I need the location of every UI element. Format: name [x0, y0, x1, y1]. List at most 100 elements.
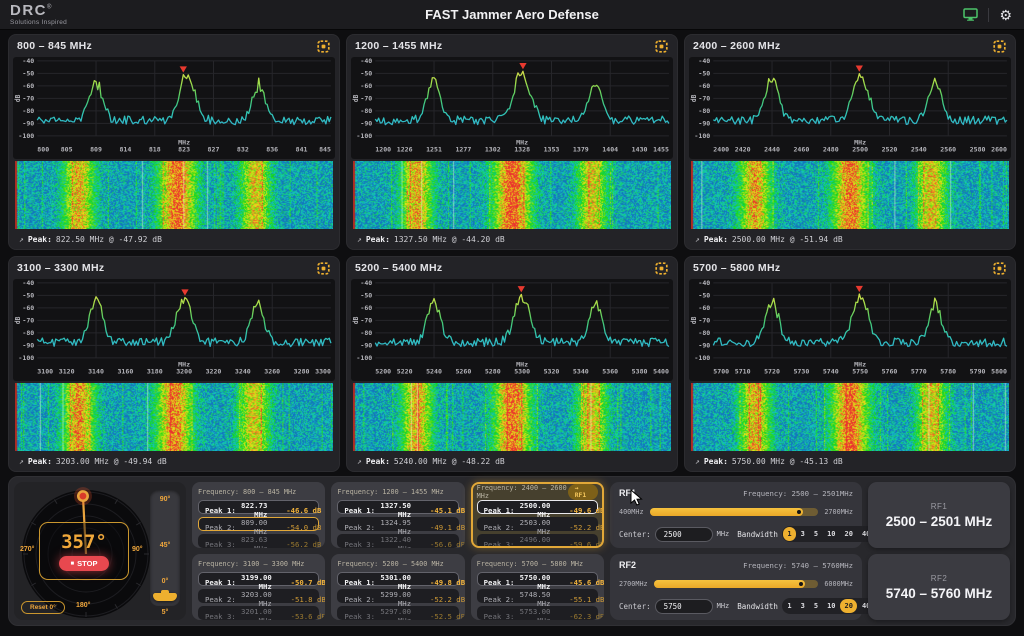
bandwidth-option-10[interactable]: 10	[823, 527, 840, 541]
peak-table: Frequency: 2400 – 2600 MHz → RF1 Peak 1:…	[471, 482, 604, 548]
peak-row[interactable]: Peak 1:822.73 MHz-46.6 dB	[198, 500, 319, 514]
svg-text:MHz: MHz	[516, 361, 528, 369]
center-frequency-input[interactable]	[655, 599, 713, 614]
bandwidth-option-3[interactable]: 3	[796, 599, 809, 613]
peak-row-frequency: 823.63 MHz	[241, 535, 273, 548]
peak-row[interactable]: Peak 2:5299.00 MHz-52.2 dB	[337, 589, 458, 603]
peak-readout-value: 5240.00 MHz @ -48.22 dB	[394, 457, 505, 466]
svg-text:800: 800	[37, 145, 49, 153]
svg-text:dB: dB	[352, 316, 360, 324]
azimuth-readout-box: 357° ■ STOP	[39, 522, 129, 580]
svg-text:1379: 1379	[573, 145, 589, 153]
drc-logo: DRC® Solutions Inspired	[10, 3, 67, 27]
bandwidth-option-1[interactable]: 1	[783, 527, 796, 541]
peak-row[interactable]: Peak 2:5748.50 MHz-55.1 dB	[477, 589, 598, 603]
slider-max-label: 6000MHz	[824, 580, 853, 588]
trend-up-icon: ↗	[357, 457, 362, 466]
peak-row[interactable]: Peak 2:3203.00 MHz-51.8 dB	[198, 589, 319, 603]
peak-row[interactable]: Peak 2:2503.00 MHz-52.2 dB	[477, 517, 598, 531]
peak-readout-value: 822.50 MHz @ -47.92 dB	[56, 235, 162, 244]
peak-row[interactable]: Peak 3:5753.00 MHz-62.3 dB	[477, 606, 598, 620]
center-label: Center:	[619, 602, 651, 611]
elevation-label-0: 0°	[150, 578, 180, 585]
rf-output-card[interactable]: RF12500 – 2501 MHz	[868, 482, 1010, 548]
chip-icon[interactable]	[316, 261, 331, 276]
svg-text:MHz: MHz	[178, 139, 190, 147]
svg-text:3180: 3180	[147, 367, 163, 375]
rf-output-name: RF2	[931, 574, 948, 583]
svg-text:-90: -90	[360, 120, 372, 128]
rf-frequency-readout: Frequency: 5740 – 5760MHz	[743, 561, 853, 570]
svg-text:-50: -50	[360, 292, 372, 300]
svg-text:-70: -70	[360, 95, 372, 103]
peak-table: Frequency: 5200 – 5400 MHz Peak 1:5301.0…	[331, 554, 464, 620]
frequency-slider[interactable]	[654, 580, 819, 588]
peak-row-db: -59.6 dB	[556, 540, 604, 549]
slider-max-label: 2700MHz	[824, 508, 853, 516]
peak-row-db: -49.1 dB	[417, 523, 465, 532]
trend-up-icon: ↗	[357, 235, 362, 244]
svg-text:-70: -70	[698, 95, 710, 103]
center-frequency-input[interactable]	[655, 527, 713, 542]
svg-text:5750: 5750	[852, 367, 868, 375]
peak-row-label: Peak 1:	[205, 506, 241, 515]
peak-row[interactable]: Peak 1:2500.00 MHz-49.6 dB	[477, 500, 598, 514]
dial-label-90: 90°	[132, 546, 143, 553]
svg-text:823: 823	[178, 145, 190, 153]
peak-row-db: -49.8 dB	[417, 578, 465, 587]
elevation-slider[interactable]: 90° 45° 0°	[150, 490, 180, 606]
chip-icon[interactable]	[654, 261, 669, 276]
peak-table-title: Frequency: 2400 – 2600 MHz	[477, 484, 568, 500]
frequency-slider[interactable]	[650, 508, 819, 516]
peak-row[interactable]: Peak 1:5750.00 MHz-45.6 dB	[477, 572, 598, 586]
svg-text:-40: -40	[698, 57, 710, 65]
settings-gear-icon[interactable]: ⚙	[997, 6, 1014, 24]
peak-row-db: -56.2 dB	[273, 540, 321, 549]
peak-row[interactable]: Peak 1:1327.50 MHz-45.1 dB	[337, 500, 458, 514]
display-icon[interactable]	[961, 6, 980, 23]
svg-text:2520: 2520	[882, 145, 898, 153]
svg-text:-60: -60	[698, 82, 710, 90]
peak-row[interactable]: Peak 3:3201.00 MHz-53.6 dB	[198, 606, 319, 620]
chip-icon[interactable]	[316, 39, 331, 54]
svg-text:-60: -60	[360, 82, 372, 90]
peak-row-label: Peak 2:	[205, 595, 241, 604]
stop-button[interactable]: ■ STOP	[59, 556, 110, 571]
chip-icon[interactable]	[992, 39, 1007, 54]
bandwidth-option-5[interactable]: 5	[809, 599, 822, 613]
peak-readout-label: Peak:	[28, 235, 52, 244]
peak-row[interactable]: Peak 3:2496.00 MHz-59.6 dB	[477, 534, 598, 548]
bandwidth-option-1[interactable]: 1	[783, 599, 796, 613]
peak-row-frequency: 2496.00 MHz	[520, 535, 557, 548]
peak-row-label: Peak 3:	[205, 540, 241, 549]
panel-title: 5200 – 5400 MHz	[355, 262, 442, 274]
peak-row[interactable]: Peak 3:5297.00 MHz-52.5 dB	[337, 606, 458, 620]
bandwidth-option-20[interactable]: 20	[840, 599, 857, 613]
peak-row[interactable]: Peak 1:3199.00 MHz-50.7 dB	[198, 572, 319, 586]
peak-readout-label: Peak:	[28, 457, 52, 466]
bandwidth-option-10[interactable]: 10	[823, 599, 840, 613]
bandwidth-option-5[interactable]: 5	[809, 527, 822, 541]
bandwidth-option-20[interactable]: 20	[840, 527, 857, 541]
chip-icon[interactable]	[992, 261, 1007, 276]
elevation-label-45: 45°	[150, 542, 180, 549]
peak-row[interactable]: Peak 1:5301.00 MHz-49.8 dB	[337, 572, 458, 586]
peak-row[interactable]: Peak 3:823.63 MHz-56.2 dB	[198, 534, 319, 548]
svg-text:2500: 2500	[852, 145, 868, 153]
chip-icon[interactable]	[654, 39, 669, 54]
svg-text:-50: -50	[22, 70, 34, 78]
peak-row[interactable]: Peak 2:1324.95 MHz-49.1 dB	[337, 517, 458, 531]
peak-row[interactable]: Peak 2:809.00 MHz-54.0 dB	[198, 517, 319, 531]
rf-output-card[interactable]: RF25740 – 5760 MHz	[868, 554, 1010, 620]
svg-text:-80: -80	[360, 107, 372, 115]
reset-azimuth-button[interactable]: Reset 0°	[21, 601, 65, 614]
svg-text:5340: 5340	[573, 367, 589, 375]
peak-row-frequency: 5299.00 MHz	[380, 590, 417, 608]
svg-text:5720: 5720	[764, 367, 780, 375]
peak-row-frequency: 2503.00 MHz	[520, 518, 557, 536]
waterfall-spectrogram	[15, 161, 333, 229]
bandwidth-option-3[interactable]: 3	[796, 527, 809, 541]
elevation-handle[interactable]	[153, 593, 177, 601]
peak-row-db: -49.6 dB	[556, 506, 604, 515]
peak-row[interactable]: Peak 3:1322.40 MHz-56.6 dB	[337, 534, 458, 548]
